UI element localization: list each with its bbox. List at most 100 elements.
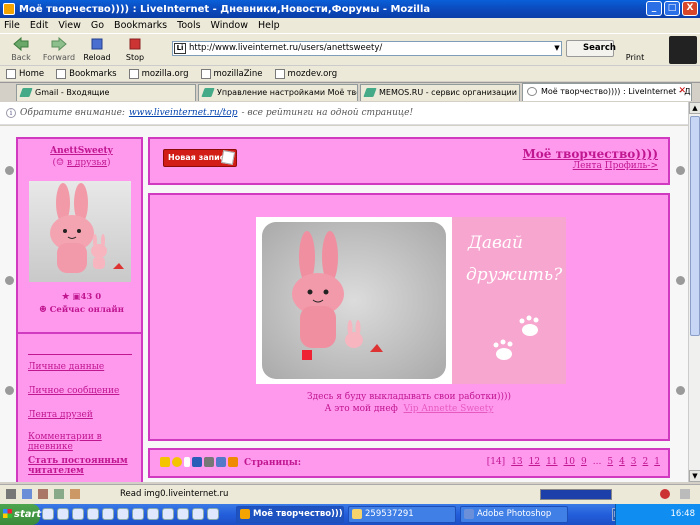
menu-edit[interactable]: Edit [30, 20, 48, 31]
bookmark-mozdev[interactable]: mozdev.org [274, 68, 338, 79]
quicklaunch-icon[interactable] [87, 508, 99, 520]
bookmark-home[interactable]: Home [6, 68, 45, 79]
quicklaunch-icon[interactable] [207, 508, 219, 520]
blog-title[interactable]: Моё творчество)))) [523, 147, 658, 161]
stop-button[interactable]: Stop [118, 35, 152, 65]
page-link[interactable]: 1 [654, 457, 660, 467]
page-link[interactable]: 3 [631, 457, 637, 467]
reload-button[interactable]: Reload [80, 35, 114, 65]
chat-icon[interactable] [54, 489, 64, 499]
menu-window[interactable]: Window [211, 20, 248, 31]
menu-help[interactable]: Help [258, 20, 280, 31]
page-link[interactable]: 12 [529, 457, 540, 467]
search-button[interactable]: Search [566, 40, 616, 57]
print-icon[interactable] [204, 457, 214, 467]
tab-memos[interactable]: MEMOS.RU - сервис организации и хр... [360, 84, 520, 101]
component-bar-icon[interactable] [6, 489, 16, 499]
address-book-icon[interactable] [70, 489, 80, 499]
bookmark-label: Home [19, 68, 45, 79]
task-label: Adobe Photoshop [477, 509, 552, 519]
save-icon[interactable] [216, 457, 226, 467]
task-folder[interactable]: 259537291 [348, 506, 456, 523]
mail-icon[interactable] [22, 489, 32, 499]
diary-link[interactable]: Vip Annette Sweety [404, 404, 494, 414]
minimize-button[interactable]: _ [646, 1, 662, 16]
scroll-up-button[interactable]: ▲ [689, 102, 700, 114]
tab-settings[interactable]: Управление настройками Моё творче... [198, 84, 358, 101]
tab-current[interactable]: Моё творчество)))) : LiveInternet - Дн..… [522, 83, 692, 101]
quicklaunch-icon[interactable] [57, 508, 69, 520]
new-post-button[interactable]: Новая запись [163, 149, 237, 167]
window-controls: _ □ X [646, 1, 698, 16]
back-button[interactable]: Back [4, 35, 38, 65]
mobile-icon[interactable] [192, 457, 202, 467]
close-tab-icon[interactable]: ✕ [678, 86, 686, 96]
page-link[interactable]: 13 [511, 457, 522, 467]
link-diary-comments[interactable]: Комментарии в дневнике [28, 432, 141, 452]
rss-icon[interactable] [228, 457, 238, 467]
smile-icon[interactable] [160, 457, 170, 467]
post-image[interactable]: Давай дружить? [256, 217, 566, 384]
feed-link[interactable]: Лента [573, 161, 602, 171]
avatar[interactable] [29, 181, 131, 282]
menu-tools[interactable]: Tools [177, 20, 200, 31]
bookmark-bookmarks[interactable]: Bookmarks [56, 68, 117, 79]
quicklaunch-icon[interactable] [132, 508, 144, 520]
vertical-scrollbar[interactable]: ▲ ▼ [688, 102, 700, 482]
quicklaunch-icon[interactable] [42, 508, 54, 520]
start-button[interactable]: start [0, 504, 41, 525]
page-link[interactable]: 10 [564, 457, 575, 467]
page-link[interactable]: 4 [619, 457, 625, 467]
composer-icon[interactable] [38, 489, 48, 499]
notice-link[interactable]: www.liveinternet.ru/top [129, 108, 238, 118]
menu-view[interactable]: View [58, 20, 81, 31]
back-label: Back [11, 52, 31, 62]
menu-bookmarks[interactable]: Bookmarks [114, 20, 167, 31]
bookmark-label: mozillaZine [213, 68, 263, 79]
decor-dot [676, 166, 685, 175]
close-button[interactable]: X [682, 1, 698, 16]
print-label: Print [625, 53, 645, 62]
clock[interactable]: 16:48 [671, 509, 696, 519]
friend-icon: ☺ [56, 158, 67, 168]
menu-file[interactable]: File [4, 20, 20, 31]
maximize-button[interactable]: □ [664, 1, 680, 16]
quicklaunch-icon[interactable] [192, 508, 204, 520]
task-photoshop[interactable]: Adobe Photoshop [460, 506, 568, 523]
link-personal-data[interactable]: Личные данные [28, 362, 104, 372]
page-content: AnettSweety (☺ в друзья) ★ ▣43 0 ☻ Сейча… [0, 126, 688, 482]
quicklaunch-icon[interactable] [162, 508, 174, 520]
bookmark-mozillazine[interactable]: mozillaZine [200, 68, 263, 79]
tab-gmail[interactable]: Gmail - Входящие [16, 84, 196, 101]
link-subscribe[interactable]: Стать постоянным читателем [28, 456, 136, 476]
url-field[interactable]: Li http://www.liveinternet.ru/users/anet… [172, 41, 562, 56]
quicklaunch-icon[interactable] [147, 508, 159, 520]
task-mozilla[interactable]: Моё творчество)))) :... [236, 506, 344, 523]
link-private-message[interactable]: Личное сообщение [28, 386, 119, 396]
profile-link[interactable]: Профиль-> [605, 161, 658, 171]
quicklaunch-icon[interactable] [117, 508, 129, 520]
bookmark-label: mozdev.org [287, 68, 338, 79]
add-friend-link[interactable]: в друзья [67, 158, 107, 168]
print-button[interactable]: Print [622, 37, 648, 65]
scroll-down-button[interactable]: ▼ [689, 470, 700, 482]
forward-button[interactable]: Forward [42, 35, 76, 65]
scroll-thumb[interactable] [690, 116, 700, 336]
emoticon-icon[interactable] [172, 457, 182, 467]
quicklaunch-icon[interactable] [102, 508, 114, 520]
paren-close: ) [106, 158, 111, 168]
blog-header: Новая запись Моё творчество)))) Лента Пр… [148, 137, 670, 185]
link-friends-feed[interactable]: Лента друзей [28, 410, 93, 420]
popup-blocked-icon[interactable] [660, 489, 670, 499]
username-link[interactable]: AnettSweety [18, 146, 145, 156]
quicklaunch-icon[interactable] [177, 508, 189, 520]
page-link[interactable]: 11 [546, 457, 557, 467]
bookmarks-icon [56, 68, 67, 79]
bookmark-mozilla-org[interactable]: mozilla.org [128, 68, 189, 79]
page-link[interactable]: 5 [607, 457, 613, 467]
page-link[interactable]: 9 [581, 457, 587, 467]
menu-go[interactable]: Go [91, 20, 104, 31]
url-dropdown-button[interactable]: ▼ [552, 42, 562, 55]
quicklaunch-icon[interactable] [72, 508, 84, 520]
page-link[interactable]: 2 [643, 457, 649, 467]
